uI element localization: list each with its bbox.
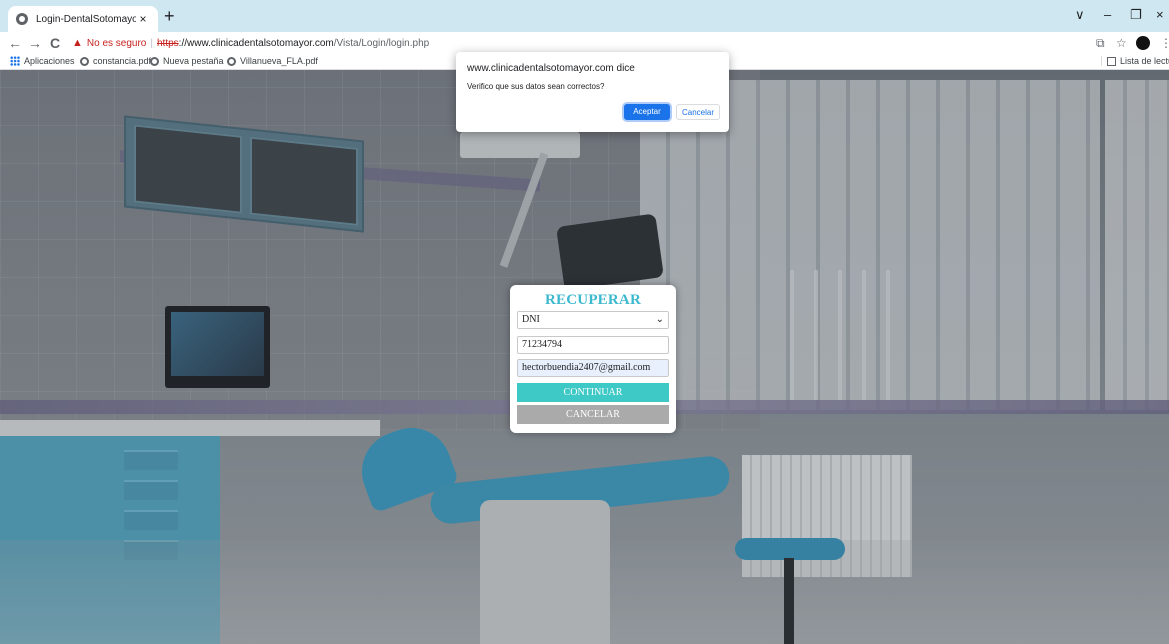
bookmark-label: Aplicaciones — [24, 56, 75, 66]
browser-toolbar: ← → C ▲ No es seguro | https://www.clinicad… — [0, 32, 1169, 54]
dialog-cancel-button[interactable]: Cancelar — [676, 104, 720, 120]
bookmark-label: Nueva pestaña — [163, 56, 224, 66]
dialog-title: www.clinicadentalsotomayor.com dice — [467, 63, 635, 74]
bookmark-constancia[interactable]: constancia.pdf — [80, 56, 151, 66]
bookmark-star-icon[interactable]: ☆ — [1116, 35, 1127, 51]
document-number-input[interactable]: 71234794 — [517, 336, 669, 354]
recover-form: RECUPERAR DNI ⌄ 71234794 hectorbuendia24… — [510, 285, 676, 433]
cancel-button[interactable]: CANCELAR — [517, 405, 669, 424]
reading-list-label: Lista de lectura — [1120, 56, 1169, 66]
globe-icon — [80, 56, 89, 66]
email-field[interactable]: hectorbuendia2407@gmail.com — [517, 359, 669, 377]
bookmark-apps[interactable]: Aplicaciones — [10, 56, 75, 66]
url-scheme: https — [156, 38, 179, 49]
continue-button[interactable]: CONTINUAR — [517, 383, 669, 402]
back-icon[interactable]: ← — [8, 34, 22, 52]
browser-tab-strip: Login-DentalSotomayor × + ∨ – ❐ × — [0, 0, 1169, 32]
page-background: RECUPERAR DNI ⌄ 71234794 hectorbuendia24… — [0, 70, 1169, 644]
tab-close-icon[interactable]: × — [136, 12, 150, 26]
menu-icon[interactable]: ⋮ — [1160, 35, 1169, 51]
dialog-message: Verifico que sus datos sean correctos? — [467, 82, 605, 91]
accept-button[interactable]: Aceptar — [624, 104, 670, 120]
tab-search-icon[interactable]: ∨ — [1075, 8, 1085, 22]
globe-icon — [227, 56, 236, 66]
warning-icon[interactable]: ▲ — [72, 34, 83, 52]
reading-list[interactable]: Lista de lectura — [1101, 56, 1169, 66]
url-host: ://www.clinicadentalsotomayor.com — [178, 38, 334, 49]
maximize-icon[interactable]: ❐ — [1130, 8, 1142, 22]
document-type-select[interactable]: DNI ⌄ — [517, 311, 669, 329]
reading-list-icon — [1107, 56, 1116, 66]
bookmark-label: constancia.pdf — [93, 56, 152, 66]
form-title: RECUPERAR — [545, 292, 641, 308]
url-path: /Vista/Login/login.php — [333, 38, 430, 49]
share-icon[interactable]: ⧉ — [1096, 35, 1105, 51]
bookmark-nueva-pestana[interactable]: Nueva pestaña — [150, 56, 224, 66]
tab-title: Login-DentalSotomayor — [36, 13, 136, 25]
profile-avatar[interactable] — [1136, 36, 1150, 50]
browser-tab[interactable]: Login-DentalSotomayor × — [8, 6, 158, 32]
security-warning[interactable]: No es seguro — [87, 38, 146, 49]
confirm-dialog: www.clinicadentalsotomayor.com dice Veri… — [456, 52, 729, 132]
address-bar[interactable]: ▲ No es seguro | https://www.clinicadentals… — [72, 34, 1082, 52]
apps-grid-icon — [10, 56, 20, 66]
document-type-value: DNI — [522, 314, 540, 325]
globe-icon — [150, 56, 159, 66]
globe-icon — [16, 13, 28, 25]
forward-icon[interactable]: → — [28, 34, 42, 52]
close-window-icon[interactable]: × — [1156, 8, 1164, 22]
reload-icon[interactable]: C — [50, 34, 60, 52]
bookmark-villanueva[interactable]: Villanueva_FLA.pdf — [227, 56, 318, 66]
new-tab-button[interactable]: + — [164, 7, 175, 25]
bookmark-label: Villanueva_FLA.pdf — [240, 56, 318, 66]
chevron-down-icon: ⌄ — [655, 314, 664, 325]
minimize-icon[interactable]: – — [1104, 8, 1111, 22]
